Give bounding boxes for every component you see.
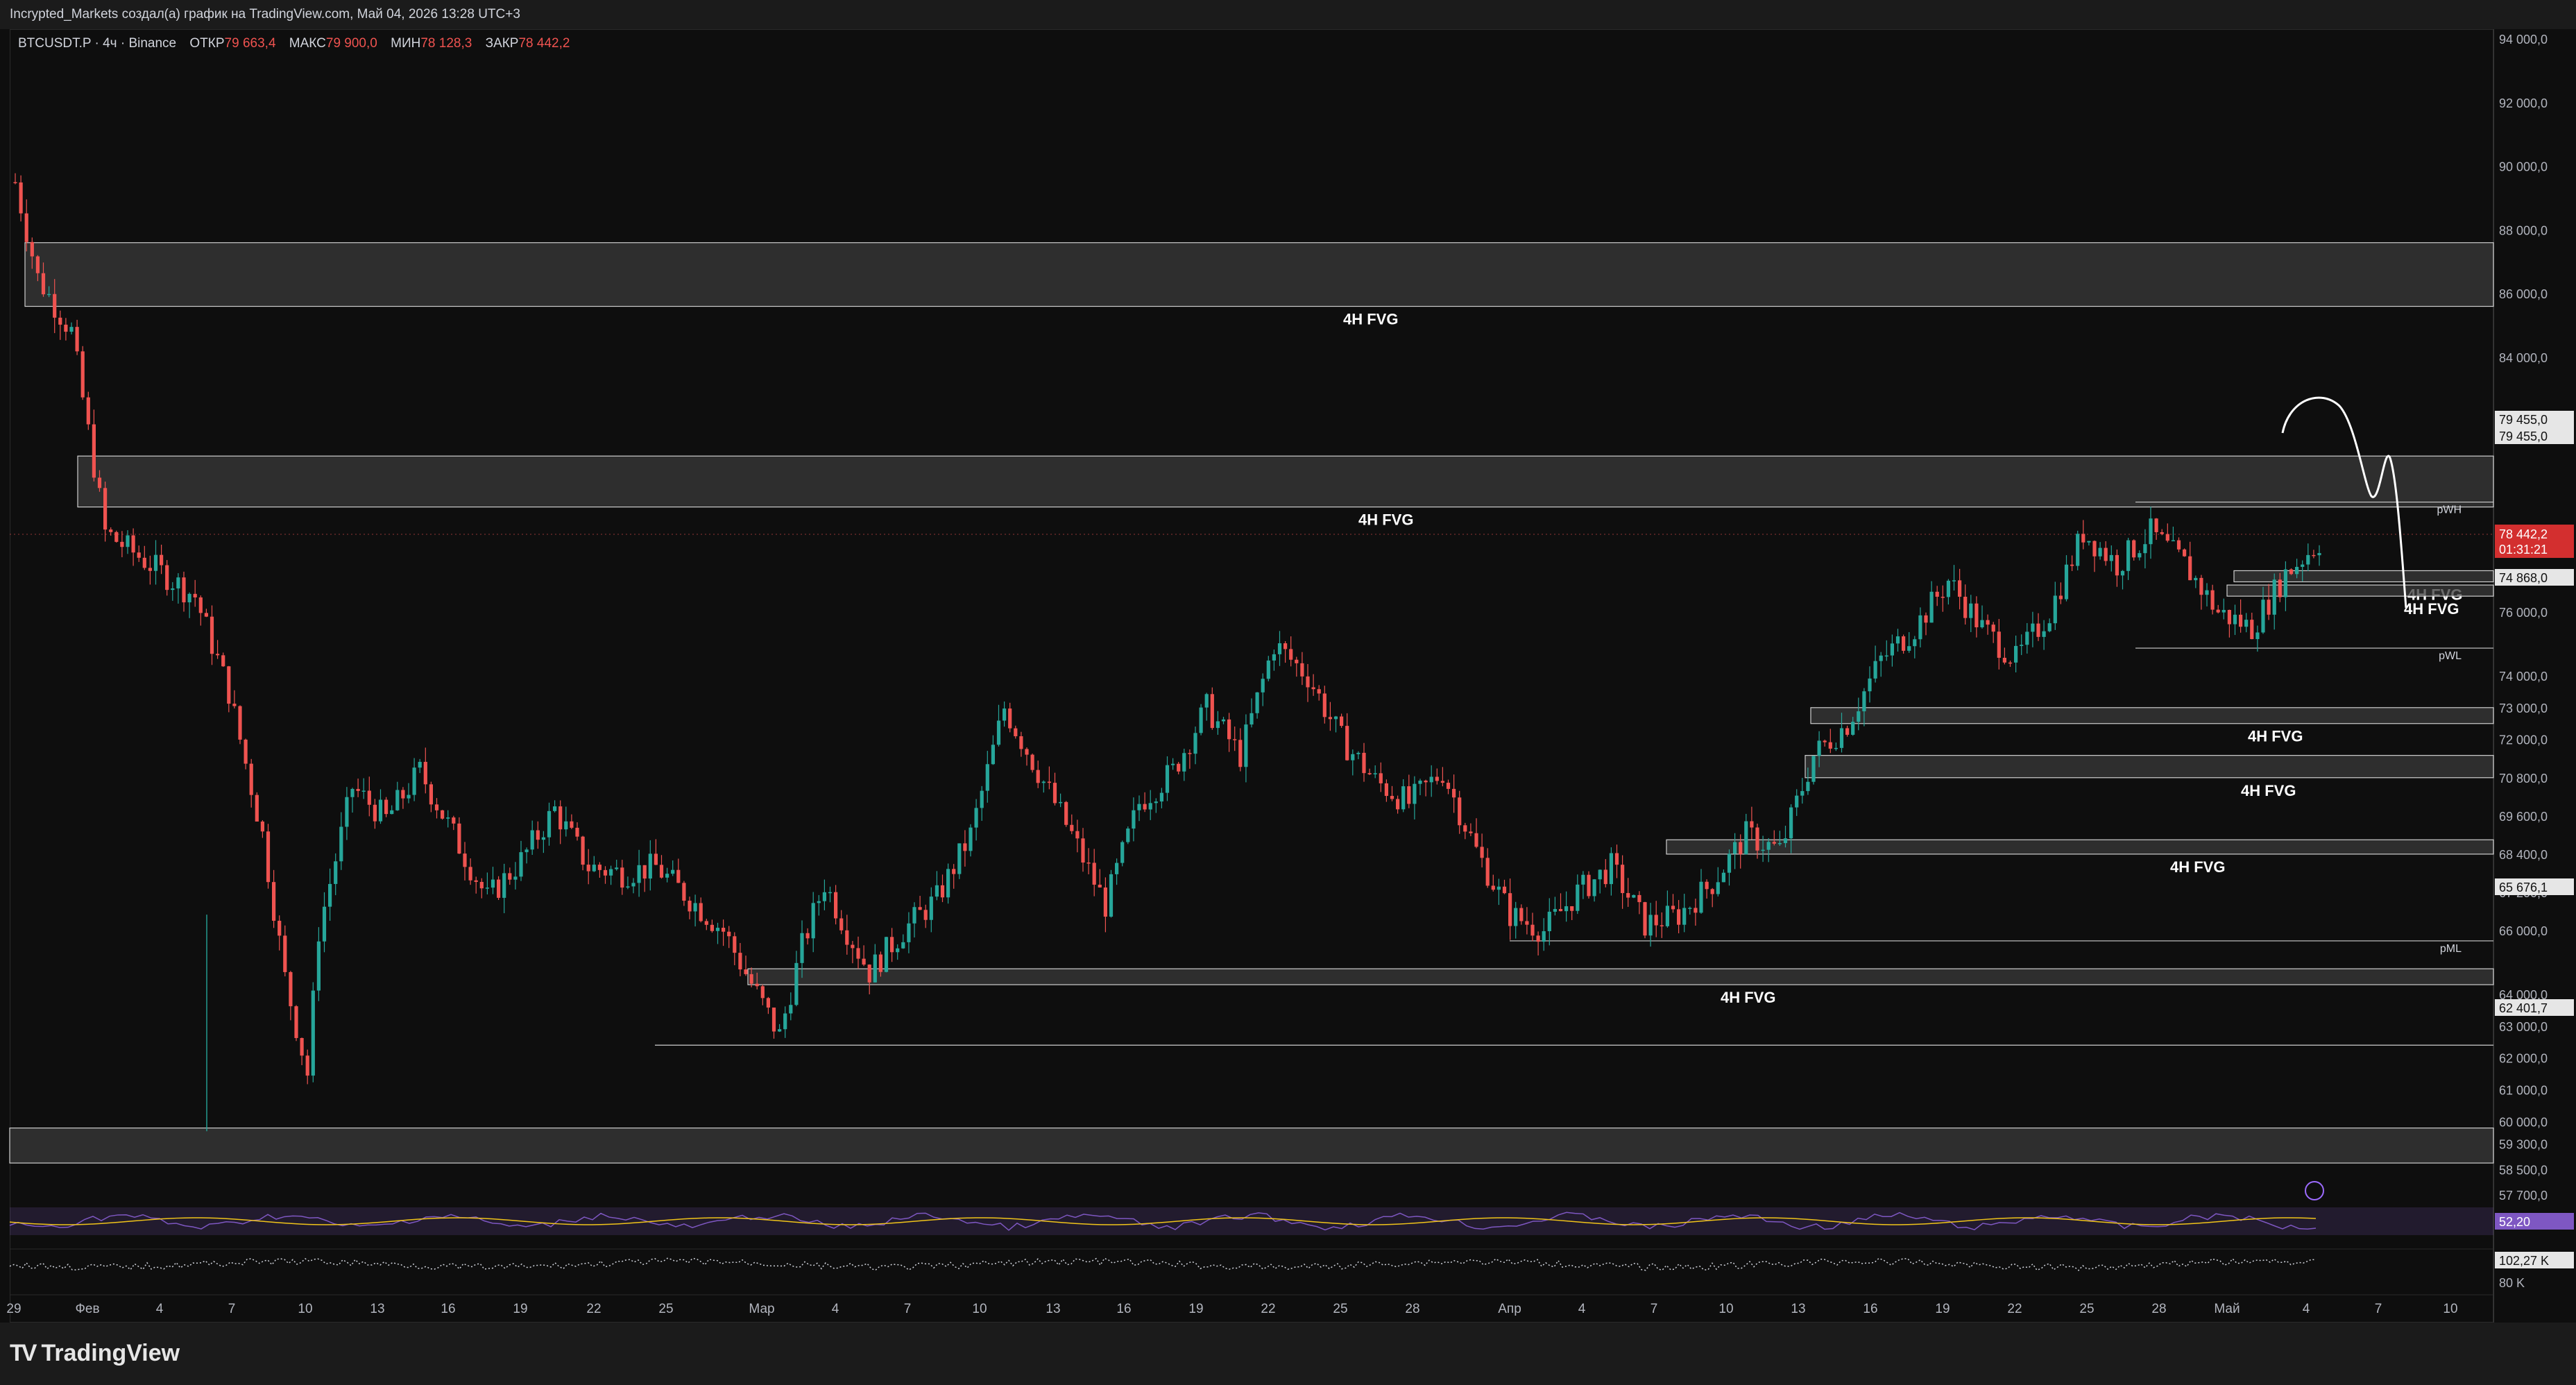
high-label: МАКС <box>289 36 326 51</box>
attribution-bar: Incrypted_Markets создал(а) график на Tr… <box>0 0 2576 29</box>
low-value: 78 128,3 <box>420 36 472 51</box>
symbol-info[interactable]: BTCUSDT.P · 4ч · Binance <box>18 36 176 51</box>
close-value: 78 442,2 <box>518 36 570 51</box>
tradingview-brand-name: TradingView <box>41 1339 180 1366</box>
tradingview-logo[interactable]: TV TradingView <box>10 1338 180 1368</box>
close-label: ЗАКР <box>485 36 519 51</box>
footer-bar <box>0 1323 2576 1385</box>
high-value: 79 900,0 <box>325 36 377 51</box>
open-value: 79 663,4 <box>224 36 276 51</box>
low-label: МИН <box>391 36 421 51</box>
chart-pane[interactable] <box>10 29 2493 1323</box>
attribution-text: Incrypted_Markets создал(а) график на Tr… <box>10 7 520 22</box>
ohlc-legend: BTCUSDT.P · 4ч · Binance ОТКР79 663,4 МА… <box>18 36 570 51</box>
tradingview-logo-icon: TV <box>10 1339 37 1366</box>
price-scale[interactable] <box>2493 29 2576 1323</box>
open-label: ОТКР <box>189 36 225 51</box>
